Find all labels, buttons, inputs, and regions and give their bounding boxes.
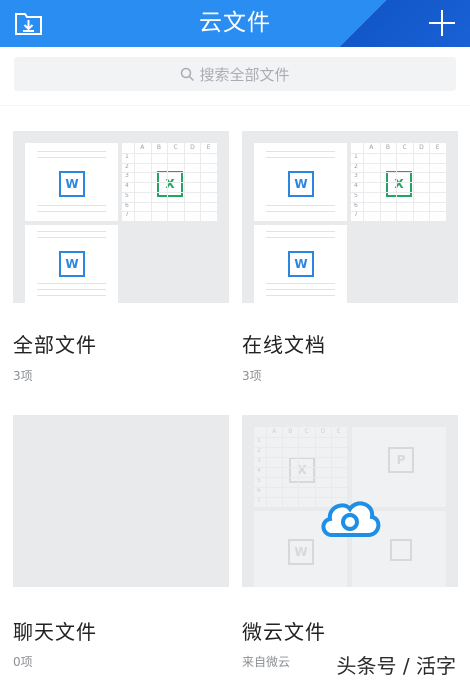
sheet-row-header: 5: [257, 477, 261, 484]
folder-name: 聊天文件: [13, 620, 97, 644]
sheet-row-header: 2: [257, 447, 261, 454]
word-file-icon: W: [288, 251, 314, 277]
sheet-col-header: A: [369, 144, 374, 151]
sheet-gridline: [122, 182, 217, 184]
sheet-row-header: 5: [125, 191, 129, 199]
watermark: 头条号 / 活字: [336, 654, 456, 678]
doc-thumbnail: W: [254, 143, 347, 221]
sheet-col-header: A: [272, 428, 277, 435]
top-bar: 云文件: [0, 0, 470, 47]
sheet-gridline: [351, 182, 446, 184]
sheet-gridline: [122, 153, 217, 154]
page-title: 云文件: [199, 10, 271, 36]
sheet-gridline: [254, 487, 347, 488]
sheet-gridline: [254, 447, 347, 448]
sheet-row-header: 6: [125, 201, 129, 209]
sheet-row-header: 3: [354, 172, 358, 180]
folder-count: 来自微云: [242, 655, 291, 669]
folder-card-chat-files[interactable]: [13, 415, 229, 587]
sheet-gridline: [254, 467, 347, 468]
folder-card-all-files[interactable]: W X A B C D E 1 2 3 45 6 7 W: [13, 131, 229, 303]
sheet-col-header: C: [304, 428, 309, 435]
excel-file-icon: X: [289, 457, 315, 483]
word-file-icon: W: [288, 171, 314, 197]
excel-file-icon: X: [157, 171, 183, 197]
sheet-gridline: [351, 162, 446, 164]
word-file-icon: W: [59, 171, 85, 197]
search-icon: [181, 67, 195, 81]
sheet-col-header: D: [320, 428, 326, 435]
sheet-gridline: [254, 477, 347, 478]
sheet-gridline: [351, 191, 446, 193]
doc-thumbnail: W: [25, 225, 118, 303]
sheet-row-header: 2: [125, 162, 129, 170]
sheet-col-header: D: [419, 144, 424, 151]
folder-count: 3项: [13, 369, 33, 383]
sheet-col-header: B: [385, 144, 391, 151]
sheet-gridline: [254, 457, 347, 458]
search-input[interactable]: 搜索全部文件: [14, 57, 456, 91]
sheet-row-header: 4: [125, 182, 129, 190]
weiyun-cloud-icon: [321, 501, 381, 537]
word-file-icon: W: [288, 539, 314, 565]
sheet-gridline: [351, 172, 446, 174]
sheet-row-header: 6: [354, 201, 358, 209]
folder-card-weiyun-files[interactable]: X A B C D E 1 2 3 4 5 6 7 P W: [242, 415, 458, 587]
sheet-gridline: [254, 437, 347, 438]
ppt-file-icon: P: [388, 447, 414, 473]
sheet-gridline: [351, 153, 446, 154]
sheet-row-header: 7: [125, 211, 129, 219]
doc-thumbnail: W: [254, 225, 347, 303]
search-area: 搜索全部文件: [0, 47, 470, 105]
sheet-gridline: [351, 211, 446, 213]
sheet-row-header: 5: [354, 191, 358, 199]
sheet-row-header: 7: [257, 497, 261, 504]
folder-name: 微云文件: [242, 620, 326, 644]
sheet-col-header: A: [140, 144, 145, 151]
sheet-col-header: D: [190, 144, 195, 151]
sheet-col-header: E: [435, 144, 440, 151]
sheet-col-header: E: [336, 428, 341, 435]
sheet-row-header: 4: [257, 467, 261, 474]
folder-count: 3项: [242, 369, 262, 383]
plus-icon[interactable]: [426, 7, 458, 39]
search-placeholder: 搜索全部文件: [199, 65, 290, 84]
sheet-row-header: 6: [257, 487, 261, 494]
sheet-col-header: B: [288, 428, 293, 435]
sheet-row-header: 3: [257, 457, 261, 464]
sheet-gridline: [122, 172, 217, 174]
sheet-col-header: E: [206, 144, 211, 151]
sheet-gridline: [122, 211, 217, 213]
sheet-col-header: C: [173, 144, 178, 151]
sheet-gridline: [351, 201, 446, 203]
folder-count: 0项: [13, 655, 33, 669]
folder-name: 全部文件: [13, 333, 97, 357]
word-file-icon: W: [59, 251, 85, 277]
doc-thumbnail: W: [25, 143, 118, 221]
sheet-thumbnail: X A B C D E 1 2 3 45 6 7: [122, 143, 217, 221]
sheet-thumbnail: X A B C D E 1 2 3 45 6 7: [351, 143, 446, 221]
folder-name: 在线文档: [242, 333, 326, 357]
sheet-row-header: 7: [354, 211, 358, 219]
sheet-gridline: [122, 201, 217, 203]
divider: [0, 105, 470, 106]
sheet-row-header: 4: [354, 182, 358, 190]
sheet-row-header: 3: [125, 172, 129, 180]
sheet-col-header: B: [156, 144, 162, 151]
sheet-row-header: 2: [354, 162, 358, 170]
sheet-row-header: 1: [125, 153, 129, 160]
sheet-gridline: [122, 162, 217, 164]
sheet-col-header: C: [402, 144, 407, 151]
folder-card-online-docs[interactable]: W X A B C D E 1 2 3 45 6 7 W: [242, 131, 458, 303]
sheet-row-header: 1: [257, 437, 261, 444]
excel-file-icon: X: [386, 171, 412, 197]
sheet-gridline: [122, 191, 217, 193]
pdf-file-icon: [390, 539, 412, 561]
sheet-row-header: 1: [354, 153, 358, 160]
